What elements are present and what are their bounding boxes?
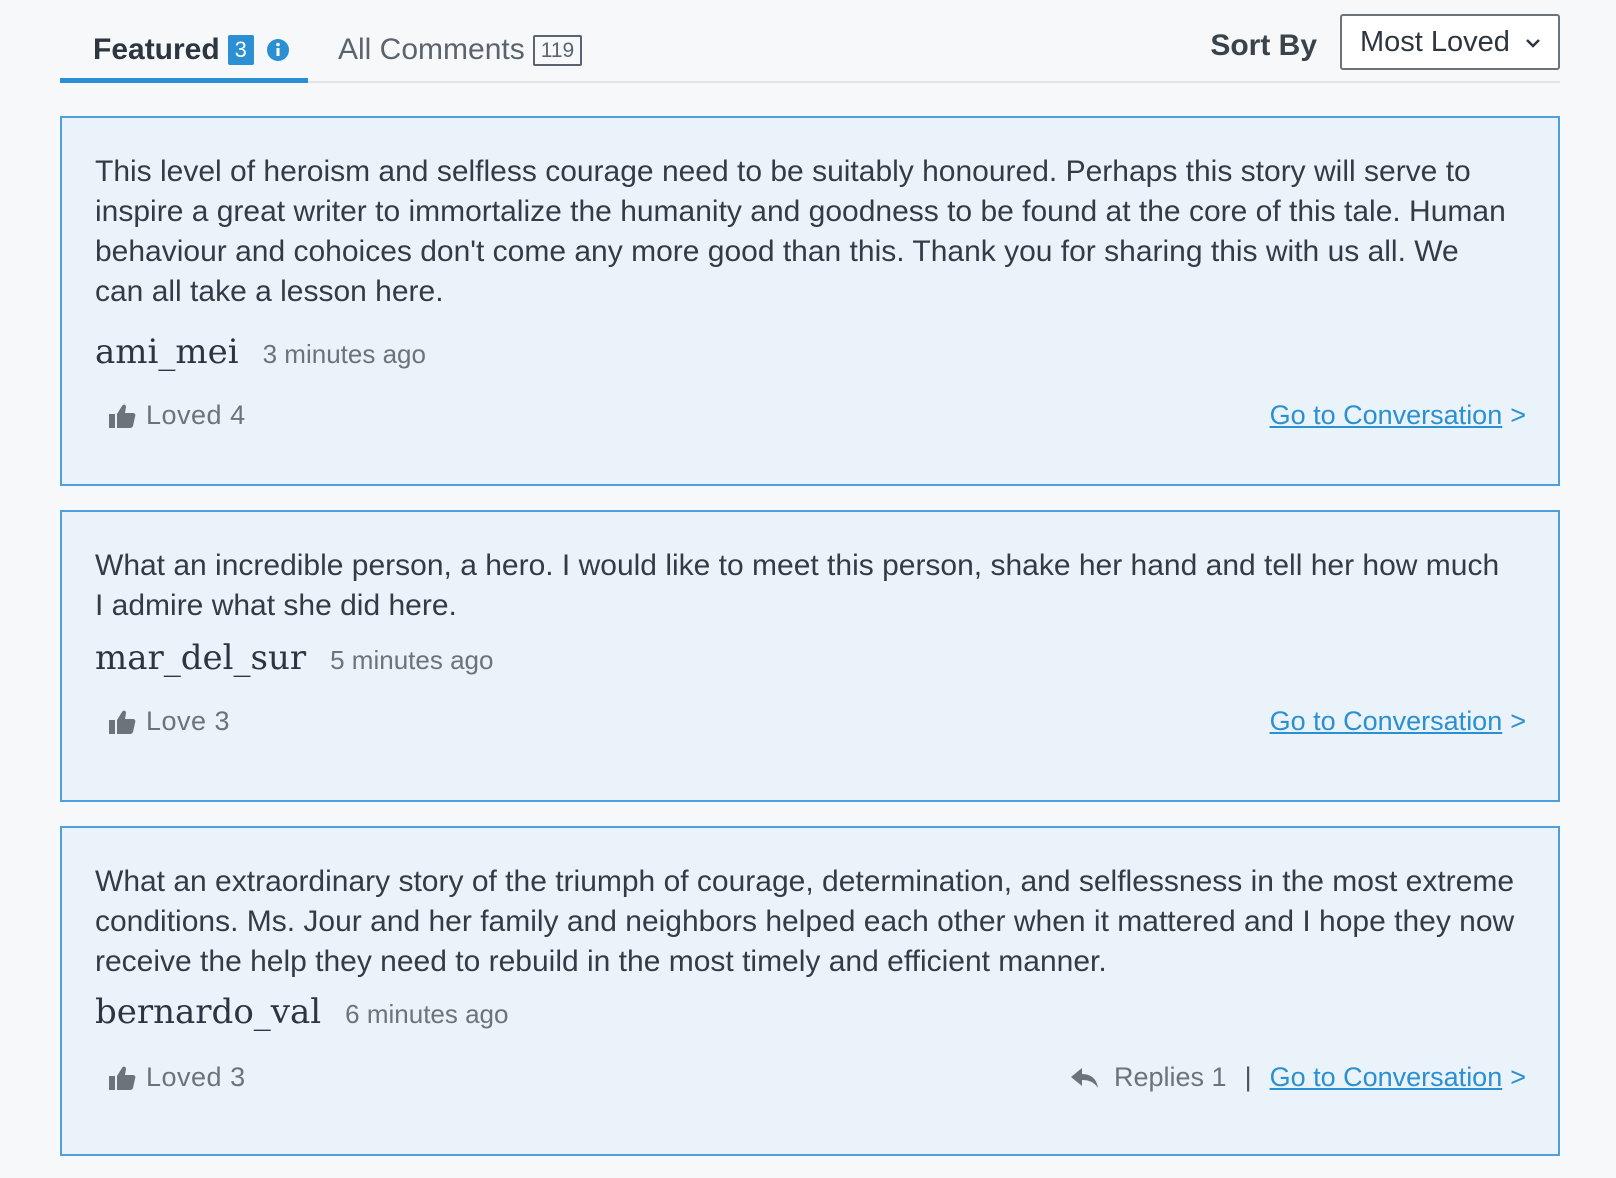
thumbs-up-icon [109,710,136,734]
chevron-down-icon [1526,39,1540,48]
love-button[interactable]: Loved 4 [108,400,246,431]
sort-by-label: Sort By [1210,29,1317,62]
love-count: Loved 4 [146,400,246,430]
chevron-right-icon: > [1510,400,1526,430]
comment-actions: Go to Conversation > [1270,706,1526,737]
comment-card: What an incredible person, a hero. I wou… [60,510,1560,802]
all-comments-count: 119 [532,35,583,66]
comment-text: What an extraordinary story of the trium… [95,865,1515,978]
go-to-conversation-label: Go to Conversation [1269,706,1503,736]
thumbs-up-icon [109,404,136,428]
comment-time: 5 minutes ago [330,645,494,675]
love-button[interactable]: Loved 3 [108,1062,246,1093]
comment-author[interactable]: mar_del_sur [95,638,306,678]
comment-card: This level of heroism and selfless coura… [60,116,1560,486]
comment-meta: ami_mei 3 minutes ago [95,332,426,372]
comment-author[interactable]: bernardo_val [95,992,321,1032]
go-to-conversation-link[interactable]: Go to Conversation > [1270,706,1526,737]
chevron-right-icon: > [1510,706,1526,736]
go-to-conversation-label: Go to Conversation [1269,1062,1503,1092]
chevron-right-icon: > [1510,1062,1526,1092]
tabs-bar: Featured 3 All Comments 119 Sort By Most… [60,0,1560,83]
go-to-conversation-link[interactable]: Go to Conversation > [1270,400,1526,431]
replies-button[interactable]: Replies 1 [1070,1062,1227,1093]
tab-featured-label: Featured [93,33,220,66]
comment-actions: Replies 1 | Go to Conversation > [1070,1062,1526,1093]
comment-meta: mar_del_sur 5 minutes ago [95,638,493,678]
love-button[interactable]: Love 3 [108,706,230,737]
comment-time: 3 minutes ago [262,339,426,369]
go-to-conversation-label: Go to Conversation [1269,400,1503,430]
replies-count: Replies 1 [1114,1062,1227,1092]
love-count: Loved 3 [146,1062,246,1092]
sort-select[interactable]: Most Loved [1340,14,1560,70]
comment-text: This level of heroism and selfless coura… [95,155,1506,308]
comment-card: What an extraordinary story of the trium… [60,826,1560,1156]
comment-meta: bernardo_val 6 minutes ago [95,992,508,1032]
actions-separator: | [1244,1062,1252,1092]
tab-all-comments[interactable]: All Comments 119 [338,30,583,83]
comments-section: Featured 3 All Comments 119 Sort By Most… [60,0,1560,1156]
sort-selected-value: Most Loved [1360,25,1510,58]
comment-text: What an incredible person, a hero. I wou… [95,549,1500,622]
info-icon[interactable] [266,38,290,62]
go-to-conversation-link[interactable]: Go to Conversation > [1270,1062,1526,1093]
tab-featured[interactable]: Featured 3 [60,30,308,83]
comment-time: 6 minutes ago [345,999,509,1029]
featured-count-badge: 3 [227,35,254,65]
thumbs-up-icon [109,1066,136,1090]
love-count: Love 3 [146,706,231,736]
reply-icon [1071,1067,1099,1088]
tab-all-comments-label: All Comments [338,33,525,66]
comment-actions: Go to Conversation > [1270,400,1526,431]
comment-author[interactable]: ami_mei [95,332,239,372]
